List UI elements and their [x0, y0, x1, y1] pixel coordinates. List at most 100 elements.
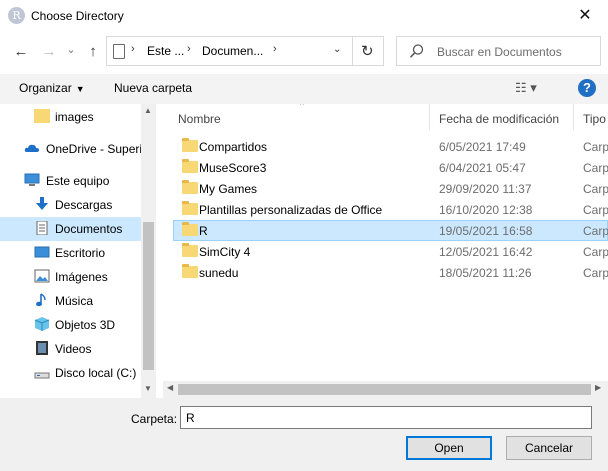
file-type: Carp: [583, 140, 608, 154]
sidebar-scroll-thumb[interactable]: [143, 222, 154, 370]
sidebar-item-onedrive[interactable]: OneDrive - Superi: [0, 137, 143, 161]
sidebar-item-label: Escritorio: [55, 246, 106, 260]
recent-locations-button[interactable]: ⌄: [62, 40, 80, 60]
sidebar-item-desktop[interactable]: Escritorio: [0, 241, 141, 265]
forward-button[interactable]: →: [40, 42, 58, 62]
list-item[interactable]: Plantillas personalizadas de Office 16/1…: [173, 199, 608, 220]
sidebar-item-label: Disco local (C:): [55, 366, 137, 380]
view-options-icon[interactable]: ☷ ▾: [515, 80, 537, 96]
sidebar-item-videos[interactable]: Videos: [0, 337, 141, 361]
column-header-name[interactable]: Nombre: [178, 104, 221, 130]
column-divider[interactable]: [573, 104, 574, 130]
search-input[interactable]: Buscar en Documentos: [437, 45, 562, 59]
file-name: Plantillas personalizadas de Office: [199, 203, 383, 217]
sidebar-item-this-pc[interactable]: Este equipo: [0, 169, 141, 193]
sidebar-item-documents[interactable]: Documentos: [0, 217, 141, 241]
list-item[interactable]: MuseScore3 6/04/2021 05:47 Carp: [173, 157, 608, 178]
file-date: 18/05/2021 11:26: [439, 266, 532, 280]
title-bar: R Choose Directory ✕: [0, 0, 608, 32]
video-icon: [36, 341, 48, 355]
chevron-right-icon[interactable]: ›: [131, 43, 135, 55]
folder-icon: [182, 222, 198, 236]
desktop-icon: [34, 246, 50, 258]
horizontal-scroll-thumb[interactable]: [178, 384, 591, 395]
help-icon[interactable]: ?: [578, 79, 596, 97]
file-type: Carp: [583, 203, 608, 217]
file-date: 6/04/2021 05:47: [439, 161, 526, 175]
file-name: MuseScore3: [199, 161, 267, 175]
refresh-button[interactable]: ↻: [361, 42, 374, 60]
document-icon: [36, 221, 48, 235]
folder-icon: [182, 201, 198, 215]
up-button[interactable]: ↑: [84, 42, 102, 62]
command-bar: Organizar ▼ Nueva carpeta ☷ ▾ ?: [0, 74, 608, 104]
file-date: 29/09/2020 11:37: [439, 182, 532, 196]
open-button[interactable]: Open: [406, 436, 492, 460]
file-name: SimCity 4: [199, 245, 251, 259]
folder-icon: [182, 264, 198, 278]
sidebar-item-local-disk[interactable]: Disco local (C:): [0, 361, 141, 385]
sidebar-item-label: Música: [55, 294, 94, 308]
sidebar-item-pictures[interactable]: Imágenes: [0, 265, 141, 289]
sidebar-item-3d-objects[interactable]: Objetos 3D: [0, 313, 141, 337]
file-type: Carp: [583, 224, 608, 238]
close-button[interactable]: ✕: [562, 0, 608, 32]
file-date: 6/05/2021 17:49: [439, 140, 526, 154]
sidebar-item-label: Imágenes: [55, 270, 108, 284]
file-date: 12/05/2021 16:42: [439, 245, 533, 259]
pictures-icon: [34, 269, 50, 283]
breadcrumb-documents[interactable]: Documen...: [202, 44, 263, 58]
sidebar-item-label: Objetos 3D: [55, 318, 116, 332]
address-divider: [352, 37, 353, 65]
file-name: sunedu: [199, 266, 239, 280]
column-header-date[interactable]: Fecha de modificación: [439, 104, 559, 130]
chevron-right-icon[interactable]: ›: [187, 43, 191, 55]
folder-icon: [34, 109, 50, 123]
search-box[interactable]: Buscar en Documentos: [396, 36, 601, 66]
cloud-icon: [24, 144, 39, 152]
file-type: Carp: [583, 182, 608, 196]
download-icon: [36, 197, 48, 210]
address-dropdown-icon[interactable]: ⌄: [333, 44, 341, 55]
cube-icon: [34, 317, 50, 331]
back-button[interactable]: ←: [12, 42, 30, 62]
r-app-icon: R: [8, 7, 25, 24]
organize-label: Organizar: [19, 81, 72, 95]
file-type: Carp: [583, 266, 608, 280]
list-item-selected[interactable]: R 19/05/2021 16:58 Carp: [173, 220, 608, 241]
sidebar-item-images[interactable]: images: [0, 105, 141, 129]
file-type: Carp: [583, 161, 608, 175]
sidebar-item-label: images: [55, 110, 94, 124]
list-item[interactable]: sunedu 18/05/2021 11:26 Carp: [173, 262, 608, 283]
new-folder-button[interactable]: Nueva carpeta: [114, 81, 192, 95]
list-item[interactable]: SimCity 4 12/05/2021 16:42 Carp: [173, 241, 608, 262]
organize-button[interactable]: Organizar ▼: [19, 81, 85, 95]
sidebar-item-label: OneDrive - Superi: [46, 142, 143, 156]
scroll-left-icon[interactable]: ◀: [167, 383, 173, 392]
documents-location-icon: [113, 44, 125, 59]
horizontal-scrollbar[interactable]: ◀ ▶: [163, 381, 608, 398]
folder-icon: [182, 138, 198, 152]
sidebar-scrollbar[interactable]: ▲ ▼: [141, 104, 156, 398]
cancel-button[interactable]: Cancelar: [506, 436, 592, 460]
sidebar-item-music[interactable]: Música: [0, 289, 141, 313]
chevron-right-icon[interactable]: ›: [273, 43, 277, 55]
drive-icon: [34, 372, 50, 379]
list-item[interactable]: My Games 29/09/2020 11:37 Carp: [173, 178, 608, 199]
scroll-right-icon[interactable]: ▶: [595, 383, 601, 392]
column-header-type[interactable]: Tipo: [583, 104, 606, 130]
sidebar-item-label: Documentos: [55, 222, 123, 236]
sort-ascending-icon: ⌃: [298, 104, 306, 111]
address-bar[interactable]: › Este ... › Documen... › ⌄ ↻: [106, 36, 384, 66]
search-icon: [409, 44, 424, 58]
file-list: ⌃ Nombre Fecha de modificación Tipo Comp…: [163, 104, 608, 398]
column-divider[interactable]: [429, 104, 430, 130]
scroll-up-icon[interactable]: ▲: [144, 106, 152, 115]
list-item[interactable]: Compartidos 6/05/2021 17:49 Carp: [173, 136, 608, 157]
file-name: R: [199, 224, 208, 238]
scroll-down-icon[interactable]: ▼: [144, 384, 152, 393]
folder-name-field[interactable]: R: [180, 406, 592, 429]
sidebar-item-downloads[interactable]: Descargas: [0, 193, 141, 217]
folder-icon: [182, 159, 198, 173]
breadcrumb-this-pc[interactable]: Este ...: [147, 44, 184, 58]
